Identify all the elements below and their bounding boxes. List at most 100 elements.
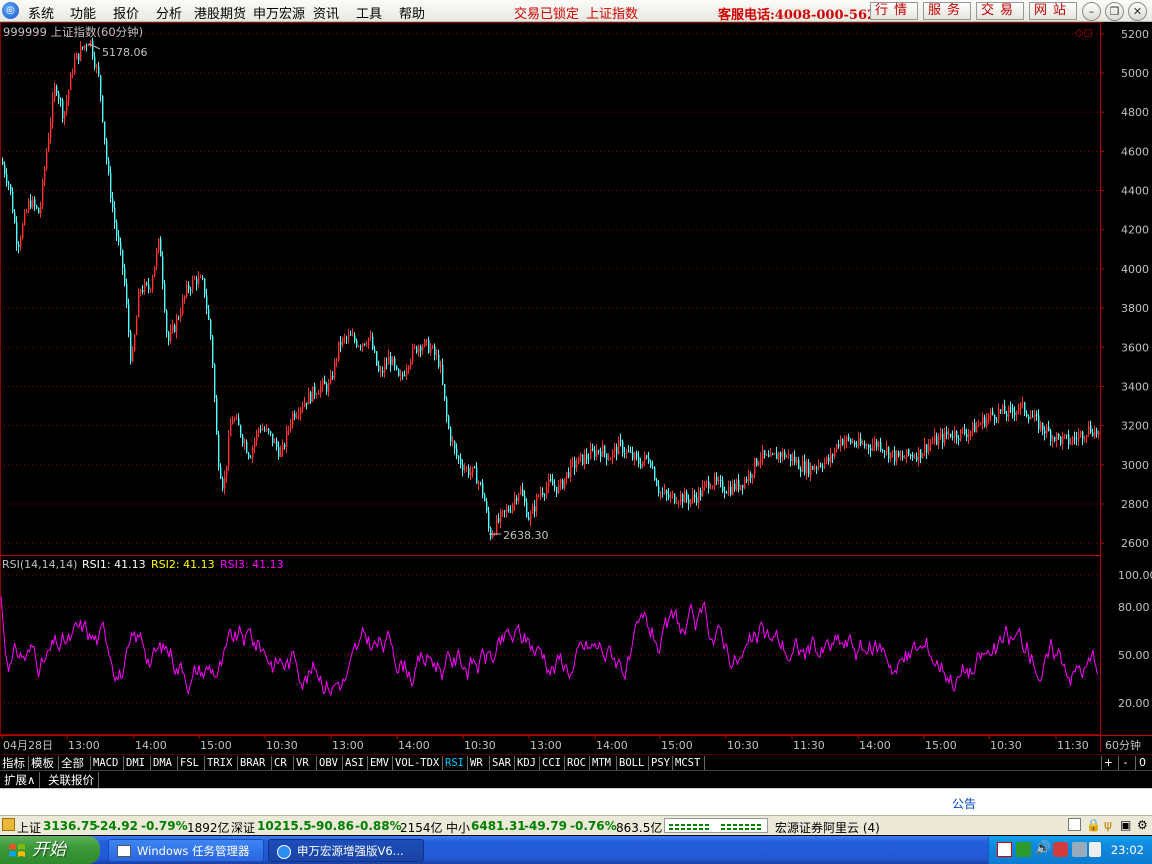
menu-quote[interactable]: 报价 [113,3,139,22]
candle-body [102,95,104,122]
indicator-tab-模板[interactable]: 模板 [29,756,59,770]
indicator-tab-asi[interactable]: ASI [343,756,368,770]
price-tick-label: 4600 [1121,145,1149,158]
signal-icon[interactable]: ψ [1104,818,1112,832]
candle-body [340,341,342,346]
price-tick-label: 3200 [1121,420,1149,433]
menu-analysis[interactable]: 分析 [156,3,182,22]
window-icon[interactable] [1068,818,1081,831]
menu-news[interactable]: 资讯 [313,3,339,22]
nav-market-button[interactable]: 行情 [870,2,918,20]
indicator-tab-cci[interactable]: CCI [540,756,565,770]
indicator-tab-sar[interactable]: SAR [490,756,515,770]
indicator-tab-mcst[interactable]: MCST [673,756,705,770]
indicator-tab-全部[interactable]: 全部 [59,756,91,770]
status-icon[interactable] [2,818,15,831]
indicator-tab-roc[interactable]: ROC [565,756,590,770]
candle-body [822,466,824,468]
rsi-tick-label: 100.00 [1118,569,1152,582]
indicator-tab-macd[interactable]: MACD [91,756,124,770]
indicator-tab-mtm[interactable]: MTM [590,756,617,770]
nav-trade-button[interactable]: 交易 [976,2,1024,20]
candle-body [458,456,460,459]
tray-usb-icon[interactable] [1089,842,1101,857]
candle-body [70,73,72,91]
nav-service-button[interactable]: 服务 [923,2,971,20]
menu-swhy[interactable]: 申万宏源 [253,3,305,22]
menu-system[interactable]: 系统 [28,3,54,22]
indicator-tab-dma[interactable]: DMA [151,756,178,770]
tab-control-plus[interactable]: + [1101,756,1115,770]
candle-body [6,174,8,183]
candle-body [1024,402,1026,414]
lock-icon[interactable]: 🔒 [1086,818,1101,832]
tray-volume-icon[interactable]: 🔊 [1035,841,1051,856]
candle-body [544,494,546,496]
tab-related-quote[interactable]: 关联报价 [44,772,99,788]
chart-options-icon[interactable]: ◇◻ [1075,26,1093,39]
menu-help[interactable]: 帮助 [399,3,425,22]
indicator-tab-kdj[interactable]: KDJ [515,756,540,770]
indicator-tab-wr[interactable]: WR [468,756,490,770]
candle-body [256,432,258,441]
menu-hk-futures[interactable]: 港股期货 [194,3,246,22]
candle-body [358,346,360,348]
indicator-tab-dmi[interactable]: DMI [124,756,151,770]
task-task-manager[interactable]: Windows 任务管理器 [108,839,264,862]
chart-title: 999999 上证指数(60分钟) [3,25,143,39]
candle-body [1028,416,1030,420]
minimize-icon[interactable]: – [1082,2,1101,21]
bell-icon[interactable]: ▣ [1120,818,1131,832]
indicator-tab-trix[interactable]: TRIX [205,756,238,770]
start-button[interactable]: 开始 [0,836,100,864]
candle-body [28,200,30,211]
tab-expand[interactable]: 扩展∧ [0,772,41,788]
tray-green-icon[interactable] [1016,842,1031,857]
candle-body [1096,429,1098,435]
indicator-tab-指标[interactable]: 指标 [0,756,29,770]
candle-body [548,479,550,488]
tab-control-minus[interactable]: - [1118,756,1132,770]
indicator-tab-obv[interactable]: OBV [317,756,343,770]
candle-body [880,442,882,450]
candle-body [1022,402,1024,404]
candle-body [64,111,66,119]
app-logo-icon[interactable]: ◎ [2,2,19,19]
menu-tools[interactable]: 工具 [356,3,382,22]
indicator-tab-vol-tdx[interactable]: VOL-TDX [393,756,443,770]
candle-body [708,481,710,489]
indicator-tab-psy[interactable]: PSY [649,756,673,770]
candle-body [236,418,238,420]
nav-website-button[interactable]: 网站 [1029,2,1077,20]
indicator-tab-fsl[interactable]: FSL [178,756,205,770]
restore-icon[interactable]: ❐ [1105,2,1124,21]
tab-control-zero[interactable]: 0 [1135,756,1149,770]
settings-icon[interactable]: ⚙ [1137,818,1148,832]
task-swhy-app[interactable]: 申万宏源增强版V6... [268,839,424,862]
candle-body [986,418,988,427]
kline-rsi-chart[interactable]: 5200 5000 4800 4600 4400 4200 4000 3800 3600 3400… [0,22,1152,752]
period-label[interactable]: 60分钟 [1105,738,1141,752]
candle-body [1000,409,1002,412]
indicator-tab-boll[interactable]: BOLL [617,756,649,770]
indicator-tab-brar[interactable]: BRAR [238,756,272,770]
menu-function[interactable]: 功能 [70,3,96,22]
announcement-link[interactable]: 公告 [952,795,976,812]
indicator-tab-emv[interactable]: EMV [368,756,393,770]
chart-area[interactable]: 5200 5000 4800 4600 4400 4200 4000 3800 3600 3400… [0,22,1152,752]
close-icon[interactable]: ✕ [1128,2,1147,21]
candle-body [678,501,680,503]
indicator-tab-rsi[interactable]: RSI [443,756,468,770]
server-status[interactable]: 宏源证券阿里云 (4) [775,819,880,836]
indicator-tab-cr[interactable]: CR [272,756,294,770]
candle-body [552,480,554,486]
tray-network-icon[interactable] [1072,842,1087,857]
indicator-tab-vr[interactable]: VR [294,756,317,770]
candle-body [804,461,806,474]
tray-app-icon[interactable] [1053,842,1068,857]
candle-body [588,458,590,460]
candle-body [24,212,26,225]
candle-body [288,428,290,430]
candle-body [436,354,438,356]
tray-flag-icon[interactable] [997,842,1012,857]
